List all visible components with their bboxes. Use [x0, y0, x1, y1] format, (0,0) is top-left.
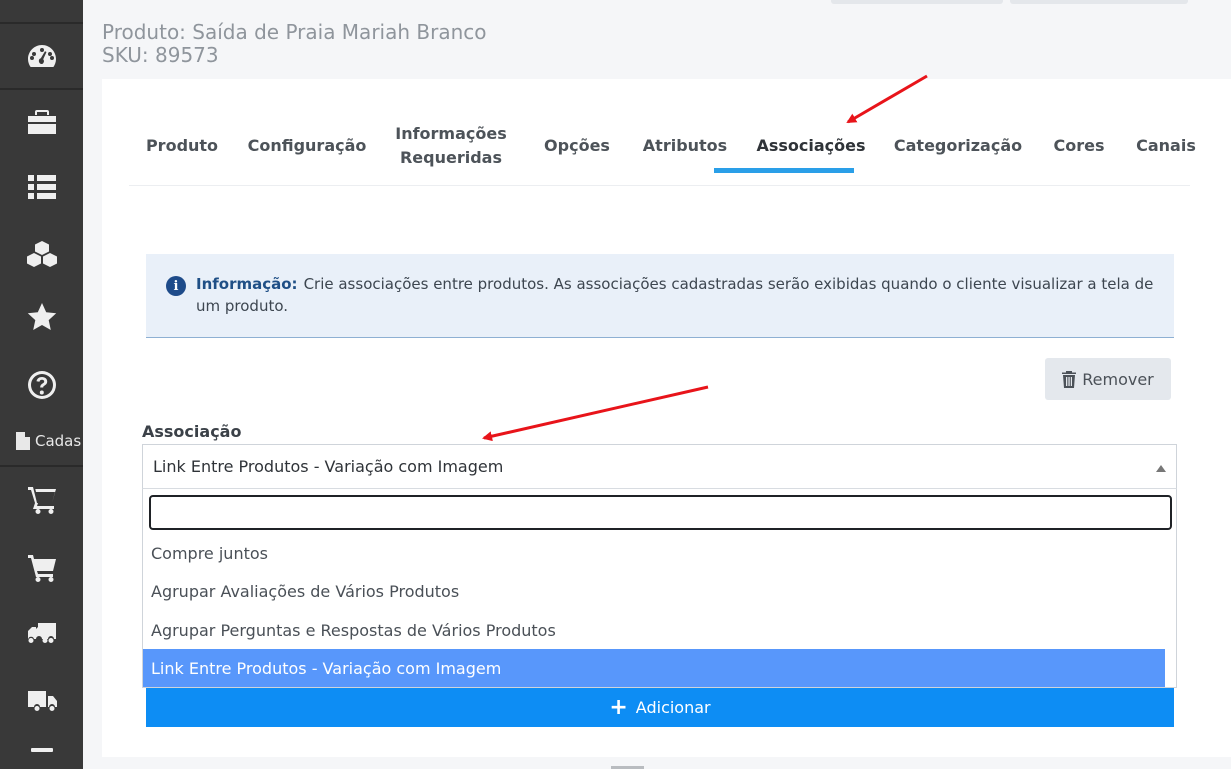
briefcase-icon[interactable]	[0, 105, 83, 139]
star-icon[interactable]	[0, 300, 83, 334]
dropdown-search-input[interactable]	[149, 495, 1172, 530]
association-label: Associação	[142, 422, 242, 441]
tab-cores[interactable]: Cores	[1041, 119, 1117, 173]
cart-icon[interactable]	[0, 550, 83, 584]
product-card: Produto Configuração Informações Requeri…	[102, 79, 1231, 757]
trash-icon	[1062, 370, 1077, 388]
active-tab-indicator	[714, 168, 854, 173]
dropdown-option-selected[interactable]: Link Entre Produtos - Variação com Image…	[143, 649, 1165, 687]
add-button-label: Adicionar	[635, 698, 711, 717]
sidebar-separator	[0, 22, 83, 24]
tab-categorizacao[interactable]: Categorização	[890, 119, 1026, 173]
shopping-cart-icon[interactable]	[0, 482, 83, 516]
add-button[interactable]: + Adicionar	[146, 688, 1174, 727]
dropdown-option[interactable]: Compre juntos	[143, 534, 1165, 572]
cubes-icon[interactable]	[0, 238, 83, 272]
plus-icon: +	[609, 694, 628, 720]
tab-produto[interactable]: Produto	[129, 119, 235, 173]
list-icon[interactable]	[0, 170, 83, 204]
association-selected-value: Link Entre Produtos - Variação com Image…	[153, 457, 504, 476]
info-alert: i Informação: Crie associações entre prod…	[146, 254, 1174, 338]
sidebar-separator	[0, 465, 83, 467]
association-select[interactable]: Link Entre Produtos - Variação com Image…	[142, 444, 1177, 489]
tab-canais[interactable]: Canais	[1131, 119, 1201, 173]
remove-button[interactable]: Remover	[1045, 358, 1171, 400]
tab-informacoes-requeridas[interactable]: Informações Requeridas	[387, 119, 515, 173]
dropdown-option[interactable]: Agrupar Avaliações de Vários Produtos	[143, 572, 1165, 610]
dashboard-icon[interactable]	[0, 40, 83, 74]
info-label: Informação:	[196, 275, 298, 293]
sidebar: Cadas	[0, 0, 83, 769]
file-icon	[16, 432, 30, 450]
caret-up-icon	[1156, 465, 1166, 472]
menu-icon[interactable]	[0, 0, 83, 16]
sidebar-item-cadastro[interactable]: Cadas	[16, 432, 83, 450]
association-dropdown: Compre juntos Agrupar Avaliações de Vári…	[142, 488, 1177, 688]
remove-button-label: Remover	[1082, 369, 1154, 389]
tab-configuracao[interactable]: Configuração	[242, 119, 372, 173]
info-icon: i	[166, 276, 186, 296]
tab-associacoes[interactable]: Associações	[741, 119, 881, 173]
top-action-button[interactable]	[831, 0, 1003, 4]
info-text: Informação: Crie associações entre produt…	[196, 273, 1156, 317]
tab-bar: Produto Configuração Informações Requeri…	[129, 119, 1196, 186]
sidebar-separator	[0, 88, 83, 90]
truck-icon[interactable]	[0, 616, 83, 650]
delivery-truck-icon[interactable]	[0, 684, 83, 718]
top-action-button[interactable]	[1010, 0, 1188, 4]
product-sku: SKU: 89573	[102, 43, 219, 67]
help-icon[interactable]	[0, 368, 83, 402]
info-message: Crie associações entre produtos. As asso…	[196, 275, 1154, 315]
menu-icon[interactable]	[0, 748, 83, 769]
dropdown-option[interactable]: Agrupar Perguntas e Respostas de Vários …	[143, 611, 1165, 649]
product-title: Produto: Saída de Praia Mariah Branco	[102, 20, 487, 44]
sidebar-item-label: Cadas	[35, 432, 82, 450]
tab-opcoes[interactable]: Opções	[532, 119, 622, 173]
tab-atributos[interactable]: Atributos	[635, 119, 735, 173]
